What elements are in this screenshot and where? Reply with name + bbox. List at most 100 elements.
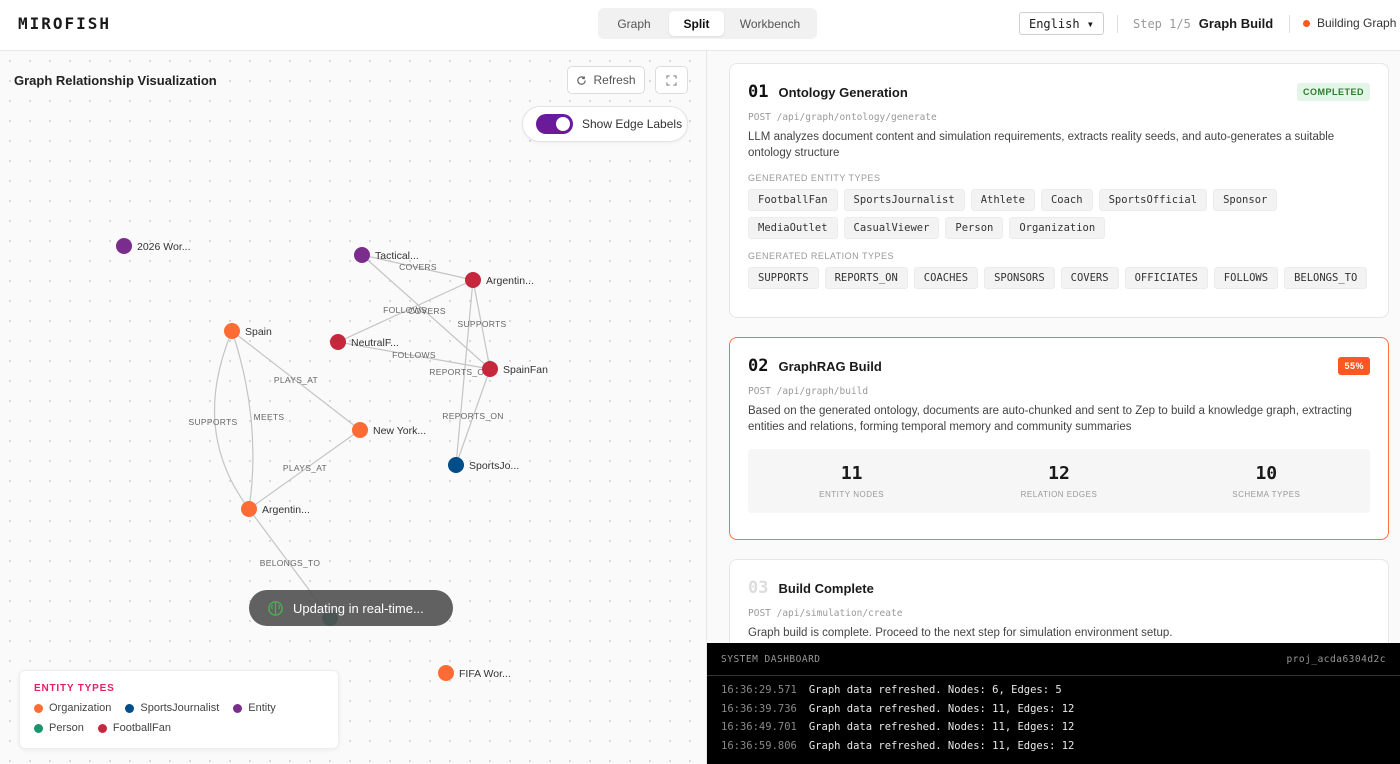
graph-node[interactable]	[448, 457, 464, 473]
log-timestamp: 16:36:49.701	[721, 721, 797, 733]
graph-node[interactable]	[330, 334, 346, 350]
stat-entity-nodes: 11 ENTITY NODES	[748, 449, 955, 513]
edge-label: FOLLOWS	[392, 350, 436, 360]
refresh-icon	[577, 75, 587, 85]
legend-label: Entity	[248, 702, 276, 714]
log-timestamp: 16:36:29.571	[721, 684, 797, 696]
entity-types-label: GENERATED ENTITY TYPES	[748, 173, 881, 183]
step-number: 03	[748, 578, 769, 598]
edge-label: PLAYS_AT	[283, 463, 327, 473]
graph-node[interactable]	[438, 665, 454, 681]
step-description: LLM analyzes document content and simula…	[748, 131, 1335, 159]
legend-item: Organization	[34, 702, 111, 714]
entity-legend: ENTITY TYPES Organization SportsJournalis…	[19, 670, 339, 749]
legend-items: Organization SportsJournalist Entity Person…	[34, 702, 324, 734]
entity-type-tag: Organization	[1009, 217, 1106, 239]
edge-labels-toggle[interactable]: Show Edge Labels	[522, 106, 688, 142]
step-indicator: Step 1/5 Graph Build	[1133, 16, 1273, 31]
graph-canvas[interactable]: COVERS FOLLOWS COVERS SUPPORTS FOLLOWS R…	[0, 51, 707, 764]
stat-schema-types: 10 SCHEMA TYPES	[1163, 449, 1370, 513]
stat-relation-edges: 12 RELATION EDGES	[955, 449, 1162, 513]
legend-item: Entity	[233, 702, 276, 714]
graph-node[interactable]	[241, 501, 257, 517]
node-label: Argentin...	[486, 275, 534, 287]
log-message: Graph data refreshed. Nodes: 11, Edges: …	[808, 721, 1075, 733]
entity-type-tag: MediaOutlet	[748, 217, 838, 239]
relation-types-label: GENERATED RELATION TYPES	[748, 251, 895, 261]
relation-type-tag: COACHES	[913, 267, 979, 289]
status-text: Building Graph	[1317, 16, 1397, 30]
relation-type-tag: REPORTS_ON	[824, 267, 908, 289]
brain-icon	[268, 600, 283, 616]
view-graph-button[interactable]: Graph	[601, 11, 667, 36]
api-endpoint: POST /api/graph/build	[748, 386, 869, 397]
status-dot-icon	[1303, 19, 1310, 27]
status-badge: COMPLETED	[1296, 83, 1370, 101]
edge-label: SUPPORTS	[188, 417, 237, 427]
graph-panel: COVERS FOLLOWS COVERS SUPPORTS FOLLOWS R…	[0, 51, 707, 764]
legend-dot-icon	[125, 703, 135, 713]
entity-type-tag: CasualViewer	[843, 217, 940, 239]
relation-type-tag: COVERS	[1060, 267, 1119, 289]
entity-type-tag: SportsOfficial	[1098, 189, 1208, 211]
graph-node[interactable]	[465, 272, 481, 288]
view-split-button[interactable]: Split	[669, 11, 724, 36]
legend-item: FootballFan	[97, 722, 171, 734]
node-label: 2026 Wor...	[137, 241, 191, 253]
app-header: MIROFISH Graph Split Workbench English ▾…	[0, 0, 1400, 51]
refresh-button[interactable]: Refresh	[567, 66, 645, 94]
brand-logo[interactable]: MIROFISH	[18, 14, 111, 33]
edge-label: SUPPORTS	[457, 319, 506, 329]
step-title: Build Complete	[778, 580, 874, 596]
log-lines[interactable]: 16:36:29.571 Graph data refreshed. Nodes:…	[707, 676, 1400, 764]
edge-label: REPORTS_ON	[442, 411, 503, 421]
toast-text: Updating in real-time...	[293, 600, 424, 616]
step-description: Based on the generated ontology, documen…	[748, 405, 1352, 433]
edge-label: COVERS	[408, 306, 446, 316]
legend-dot-icon	[34, 723, 43, 733]
stat-value: 10	[1255, 463, 1278, 484]
fullscreen-icon	[666, 74, 677, 86]
graph-node[interactable]	[116, 238, 132, 254]
relation-type-tags: SUPPORTS REPORTS_ON COACHES SPONSORS COVERS O…	[748, 267, 1370, 289]
legend-title: ENTITY TYPES	[34, 683, 115, 694]
view-workbench-button[interactable]: Workbench	[726, 11, 814, 36]
legend-dot-icon	[34, 703, 43, 713]
legend-item: Person	[34, 722, 84, 734]
relation-type-tag: FOLLOWS	[1213, 267, 1279, 289]
entity-type-tag: Person	[945, 217, 1004, 239]
log-line: 16:36:49.701 Graph data refreshed. Nodes:…	[721, 721, 1386, 740]
console-title: SYSTEM DASHBOARD	[721, 653, 821, 665]
log-message: Graph data refreshed. Nodes: 11, Edges: …	[808, 702, 1075, 715]
graph-node[interactable]	[224, 323, 240, 339]
graph-node[interactable]	[354, 247, 370, 263]
log-line: 16:36:39.736 Graph data refreshed. Nodes:…	[721, 703, 1386, 722]
build-status: Building Graph	[1303, 16, 1396, 30]
graph-node[interactable]	[352, 422, 368, 438]
api-endpoint: POST /api/graph/ontology/generate	[748, 112, 937, 123]
stat-value: 11	[840, 463, 863, 484]
step-description: Graph build is complete. Proceed to the …	[748, 627, 1173, 639]
entity-type-tag: SportsJournalist	[843, 189, 965, 211]
entity-type-tag: FootballFan	[748, 189, 838, 211]
legend-label: FootballFan	[112, 722, 171, 734]
step-name: Graph Build	[1198, 16, 1274, 31]
fullscreen-button[interactable]	[655, 66, 688, 94]
step-number: Step 1/5	[1133, 17, 1191, 31]
language-select[interactable]: English ▾	[1019, 12, 1104, 35]
refresh-label: Refresh	[593, 73, 636, 87]
log-message: Graph data refreshed. Nodes: 6, Edges: 5	[808, 684, 1062, 696]
toggle-switch[interactable]	[536, 114, 573, 134]
realtime-toast: Updating in real-time...	[249, 590, 453, 626]
node-label: FIFA Wor...	[459, 668, 511, 680]
step-title: GraphRAG Build	[778, 358, 882, 374]
edge-label: MEETS	[254, 412, 285, 422]
graph-node[interactable]	[482, 361, 498, 377]
step-title: Ontology Generation	[778, 84, 908, 100]
edge-labels-toggle-label: Show Edge Labels	[582, 117, 683, 131]
node-label: Tactical...	[375, 250, 419, 262]
node-label: SportsJo...	[469, 460, 519, 472]
progress-badge: 55%	[1338, 357, 1370, 375]
relation-type-tag: SPONSORS	[984, 267, 1055, 289]
edge-label: COVERS	[399, 262, 437, 272]
